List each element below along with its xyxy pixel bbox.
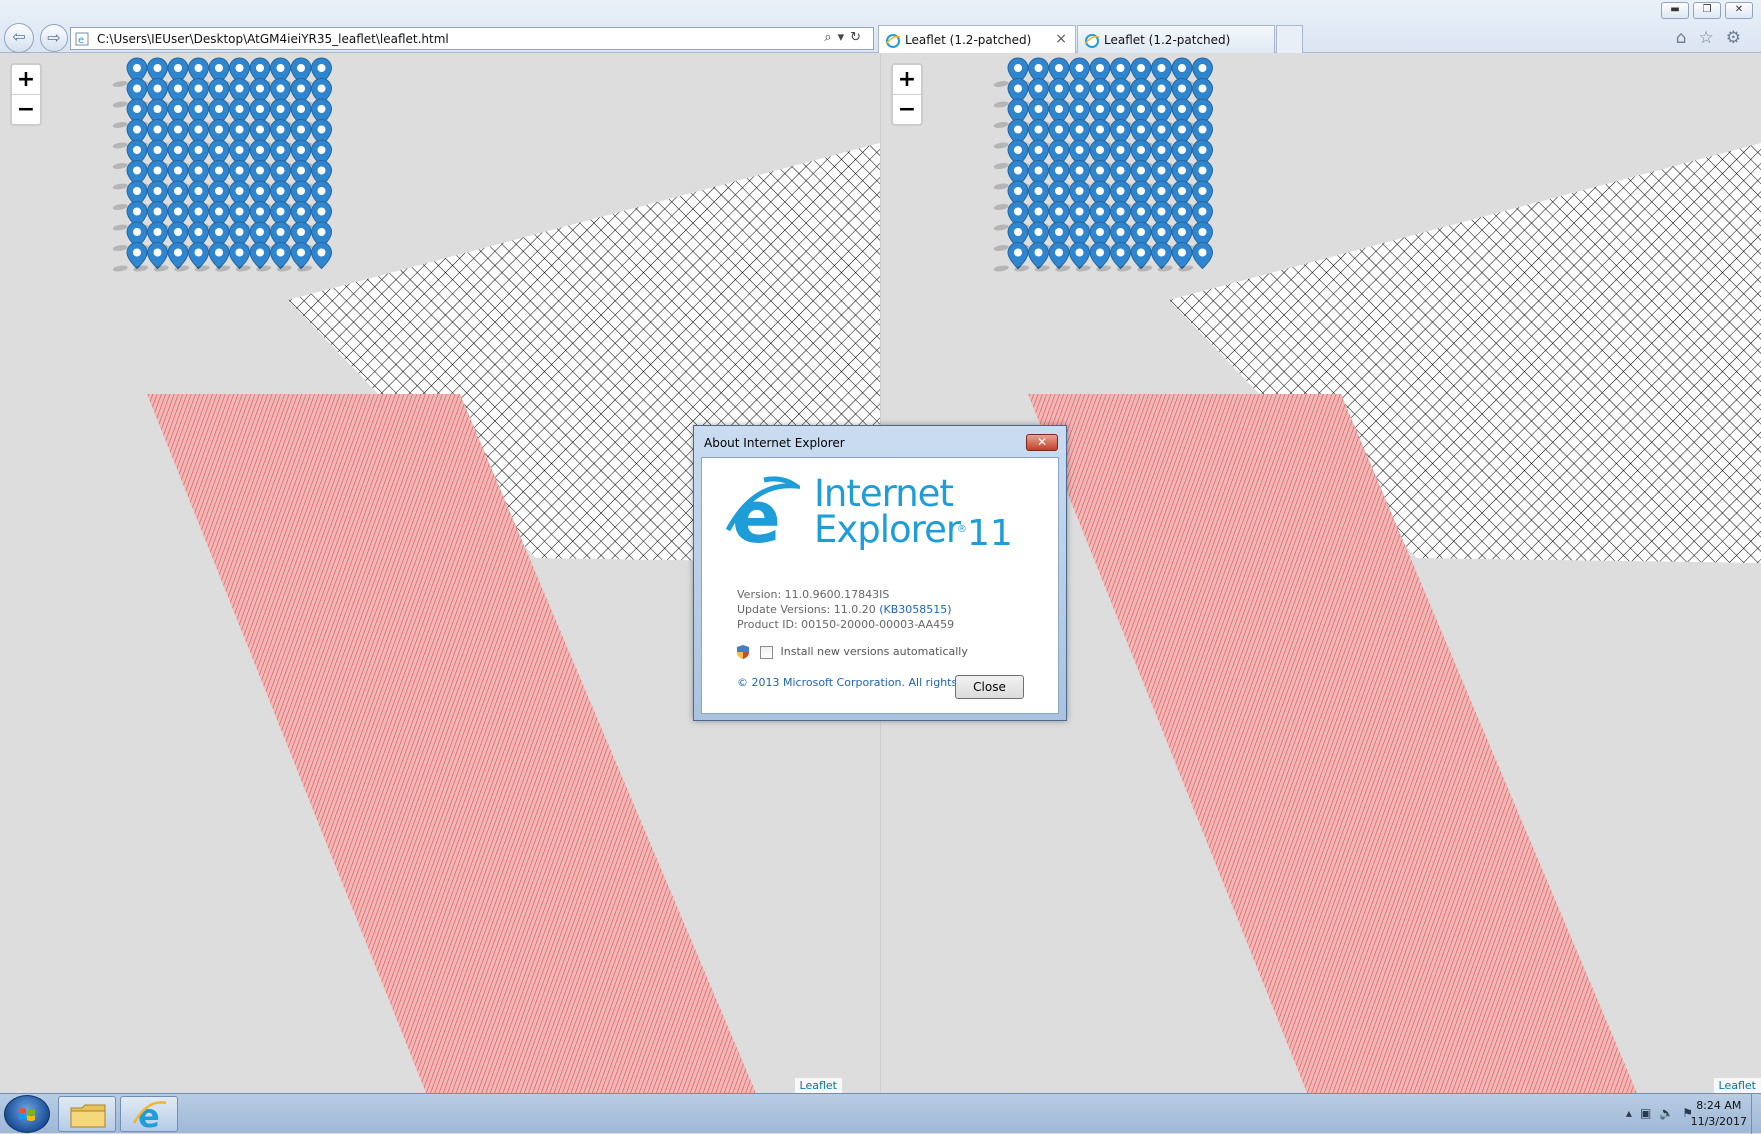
product-id-line: Product ID: 00150-20000-00003-AA459 bbox=[737, 618, 955, 631]
tray-network-icon[interactable]: ▣ bbox=[1640, 1106, 1659, 1120]
taskbar-explorer-button[interactable] bbox=[58, 1096, 116, 1132]
tab-leaflet-2[interactable]: Leaflet (1.2-patched) bbox=[1077, 25, 1275, 53]
about-dialog: About Internet Explorer ✕ e Internet Exp… bbox=[693, 425, 1067, 721]
kb-link[interactable]: (KB3058515) bbox=[879, 603, 951, 616]
forward-arrow-icon: ⇨ bbox=[47, 28, 61, 47]
back-button[interactable]: ⇦ bbox=[4, 23, 34, 53]
zoom-in-button[interactable]: + bbox=[12, 65, 40, 95]
address-tools[interactable]: ⌕▾↻ bbox=[824, 30, 867, 45]
version-line: Version: 11.0.9600.17843IS bbox=[737, 588, 890, 601]
uac-shield-icon bbox=[737, 645, 749, 659]
update-versions-text: Update Versions: 11.0.20 bbox=[737, 603, 876, 616]
dialog-body: e Internet Explorer ®11 Version: 11.0.96… bbox=[701, 457, 1059, 714]
settings-gear-icon[interactable]: ⚙ bbox=[1726, 28, 1753, 48]
update-versions-line: Update Versions: 11.0.20 (KB3058515) bbox=[737, 602, 954, 617]
clock[interactable]: 8:24 AM 11/3/2017 bbox=[1691, 1098, 1747, 1130]
close-button[interactable]: Close bbox=[955, 675, 1024, 699]
browser-chrome: ⇦ ⇨ e C:\Users\IEUser\Desktop\AtGM4ieiYR… bbox=[0, 0, 1761, 53]
start-button[interactable] bbox=[4, 1095, 50, 1133]
folder-icon bbox=[70, 1104, 106, 1128]
ie-tab-icon bbox=[1084, 34, 1100, 48]
address-url[interactable]: C:\Users\IEUser\Desktop\AtGM4ieiYR35_lea… bbox=[97, 32, 449, 46]
dialog-close-x-button[interactable]: ✕ bbox=[1026, 434, 1058, 451]
auto-update-row: Install new versions automatically bbox=[736, 644, 968, 660]
auto-update-label[interactable]: Install new versions automatically bbox=[781, 645, 968, 658]
back-arrow-icon: ⇦ bbox=[12, 27, 26, 46]
attribution-link[interactable]: Leaflet bbox=[1713, 1078, 1761, 1093]
ie-tab-icon bbox=[885, 34, 901, 48]
dialog-title: About Internet Explorer bbox=[704, 436, 845, 450]
product-version: ®11 bbox=[957, 513, 1013, 554]
tab-label: Leaflet (1.2-patched) bbox=[1104, 33, 1231, 47]
page-ie-icon: e bbox=[75, 32, 89, 46]
product-name-line2: Explorer bbox=[814, 508, 961, 551]
command-icons: ⌂☆⚙ bbox=[1676, 28, 1753, 48]
minimize-button[interactable]: ▬ bbox=[1661, 2, 1689, 19]
dropdown-icon[interactable]: ▾ bbox=[838, 30, 851, 45]
marker-grid bbox=[991, 57, 1213, 272]
windows-flag-icon bbox=[19, 1108, 35, 1121]
close-window-button[interactable]: ✕ bbox=[1725, 2, 1753, 19]
svg-text:e: e bbox=[78, 35, 84, 46]
zoom-out-button[interactable]: − bbox=[893, 95, 921, 124]
zoom-out-button[interactable]: − bbox=[12, 95, 40, 124]
product-version-number: 11 bbox=[967, 513, 1013, 554]
forward-button[interactable]: ⇨ bbox=[40, 24, 68, 52]
home-icon[interactable]: ⌂ bbox=[1676, 28, 1699, 48]
favorites-star-icon[interactable]: ☆ bbox=[1699, 28, 1726, 48]
tab-label: Leaflet (1.2-patched) bbox=[905, 33, 1032, 47]
new-tab-button[interactable] bbox=[1276, 25, 1303, 53]
zoom-control: + − bbox=[10, 63, 42, 126]
marker-grid bbox=[110, 57, 332, 272]
taskbar: e ▴▣🔈⚑ 8:24 AM 11/3/2017 bbox=[0, 1093, 1761, 1134]
ie-taskbar-icon: e bbox=[132, 1099, 167, 1131]
zoom-control: + − bbox=[891, 63, 923, 126]
window-controls: ▬ ❐ ✕ bbox=[1661, 2, 1753, 19]
auto-update-checkbox[interactable] bbox=[759, 645, 773, 659]
search-icon[interactable]: ⌕ bbox=[824, 30, 837, 45]
show-desktop-button[interactable] bbox=[1751, 1094, 1761, 1134]
refresh-icon[interactable]: ↻ bbox=[850, 30, 867, 45]
version-info: Version: 11.0.9600.17843IS Update Versio… bbox=[737, 587, 954, 632]
restore-button[interactable]: ❐ bbox=[1693, 2, 1721, 19]
tab-close-icon[interactable]: × bbox=[1055, 31, 1067, 47]
tray-expand-icon[interactable]: ▴ bbox=[1626, 1106, 1640, 1120]
address-bar[interactable]: e C:\Users\IEUser\Desktop\AtGM4ieiYR35_l… bbox=[70, 27, 874, 50]
clock-date: 11/3/2017 bbox=[1690, 1115, 1747, 1128]
clock-time: 8:24 AM bbox=[1696, 1099, 1742, 1112]
ie-logo-icon: e bbox=[725, 476, 800, 552]
zoom-in-button[interactable]: + bbox=[893, 65, 921, 95]
tray-volume-icon[interactable]: 🔈 bbox=[1659, 1106, 1682, 1120]
attribution-link[interactable]: Leaflet bbox=[794, 1078, 842, 1093]
tab-leaflet-1[interactable]: Leaflet (1.2-patched) × bbox=[878, 25, 1076, 53]
taskbar-ie-button[interactable]: e bbox=[120, 1096, 178, 1132]
